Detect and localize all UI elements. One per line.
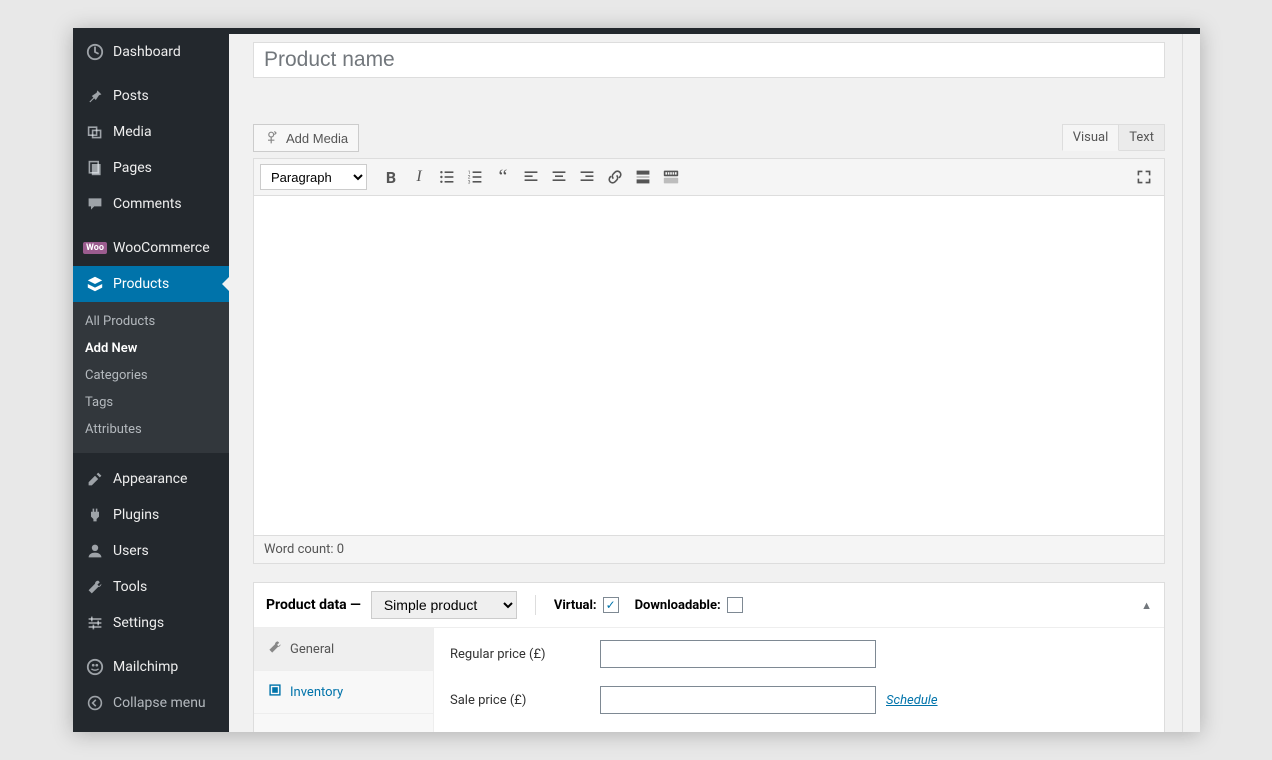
regular-price-label: Regular price (£) (450, 647, 600, 662)
right-sidebar-clip (1182, 34, 1200, 732)
product-data-panel: Product data — Simple product Virtual: ✓… (253, 582, 1165, 732)
editor-status: Word count: 0 (253, 536, 1165, 564)
main-content: Add Media Visual Text Paragraph B I 123 … (229, 34, 1200, 732)
sidebar-item-plugins[interactable]: Plugins (73, 497, 229, 533)
blockquote-button[interactable]: “ (489, 163, 517, 191)
svg-text:3: 3 (468, 179, 471, 185)
submenu-attributes[interactable]: Attributes (73, 416, 229, 443)
submenu-categories[interactable]: Categories (73, 362, 229, 389)
tab-text[interactable]: Text (1119, 124, 1165, 151)
virtual-label: Virtual: (554, 598, 597, 613)
align-right-button[interactable] (573, 163, 601, 191)
sidebar-item-label: Users (113, 543, 149, 559)
sidebar-item-label: Comments (113, 196, 182, 212)
sale-price-label: Sale price (£) (450, 693, 600, 708)
plugins-icon (85, 505, 105, 525)
numbered-list-button[interactable]: 123 (461, 163, 489, 191)
products-submenu: All Products Add New Categories Tags Att… (73, 302, 229, 453)
inventory-icon (268, 683, 282, 701)
sidebar-item-media[interactable]: Media (73, 114, 229, 150)
sidebar-item-label: Media (113, 124, 152, 140)
sidebar-item-label: Plugins (113, 507, 159, 523)
sidebar-item-appearance[interactable]: Appearance (73, 461, 229, 497)
sidebar-item-label: Pages (113, 160, 152, 176)
sidebar-item-products[interactable]: Products (73, 266, 229, 302)
product-tab-general[interactable]: General (254, 628, 433, 671)
collapse-label: Collapse menu (113, 695, 206, 711)
users-icon (85, 541, 105, 561)
media-icon (85, 122, 105, 142)
add-media-label: Add Media (286, 131, 348, 146)
woo-icon: Woo (85, 238, 105, 258)
sale-price-input[interactable] (600, 686, 876, 714)
align-left-button[interactable] (517, 163, 545, 191)
comments-icon (85, 194, 105, 214)
admin-sidebar: Dashboard Posts Media Pages Comments Woo… (73, 34, 229, 732)
sidebar-item-mailchimp[interactable]: Mailchimp (73, 649, 229, 685)
italic-button[interactable]: I (405, 163, 433, 191)
sidebar-item-settings[interactable]: Settings (73, 605, 229, 641)
sidebar-item-dashboard[interactable]: Dashboard (73, 34, 229, 70)
sidebar-item-label: Appearance (113, 471, 187, 487)
editor-toolbar: Paragraph B I 123 “ (253, 158, 1165, 196)
submenu-tags[interactable]: Tags (73, 389, 229, 416)
virtual-checkbox[interactable]: ✓ (603, 597, 619, 613)
editor-content[interactable] (253, 196, 1165, 536)
product-type-select[interactable]: Simple product (371, 591, 517, 619)
product-title-input[interactable] (253, 42, 1165, 78)
sidebar-item-label: Mailchimp (113, 659, 178, 675)
sidebar-item-users[interactable]: Users (73, 533, 229, 569)
add-media-button[interactable]: Add Media (253, 124, 359, 152)
media-icon (264, 129, 280, 148)
product-data-heading: Product data — (266, 597, 361, 613)
sidebar-item-label: Dashboard (113, 44, 181, 60)
sidebar-item-pages[interactable]: Pages (73, 150, 229, 186)
sidebar-item-comments[interactable]: Comments (73, 186, 229, 222)
toolbar-toggle-button[interactable] (657, 163, 685, 191)
sidebar-item-label: WooCommerce (113, 240, 210, 256)
tools-icon (85, 577, 105, 597)
downloadable-label: Downloadable: (635, 598, 721, 613)
products-icon (85, 274, 105, 294)
product-tab-inventory[interactable]: Inventory (254, 671, 433, 714)
mailchimp-icon (85, 657, 105, 677)
pages-icon (85, 158, 105, 178)
tab-visual[interactable]: Visual (1062, 124, 1120, 151)
settings-icon (85, 613, 105, 633)
sidebar-item-label: Products (113, 276, 169, 292)
wrench-icon (268, 640, 282, 658)
bullet-list-button[interactable] (433, 163, 461, 191)
panel-toggle-icon[interactable]: ▲ (1141, 599, 1152, 612)
collapse-icon (85, 693, 105, 713)
sidebar-item-posts[interactable]: Posts (73, 78, 229, 114)
dashboard-icon (85, 42, 105, 62)
bold-button[interactable]: B (377, 163, 405, 191)
align-center-button[interactable] (545, 163, 573, 191)
link-button[interactable] (601, 163, 629, 191)
readmore-button[interactable] (629, 163, 657, 191)
format-select[interactable]: Paragraph (260, 164, 367, 190)
downloadable-checkbox[interactable] (727, 597, 743, 613)
sidebar-item-tools[interactable]: Tools (73, 569, 229, 605)
sidebar-item-label: Settings (113, 615, 164, 631)
regular-price-input[interactable] (600, 640, 876, 668)
schedule-link[interactable]: Schedule (886, 693, 938, 708)
appearance-icon (85, 469, 105, 489)
sidebar-item-label: Tools (113, 579, 147, 595)
submenu-add-new[interactable]: Add New (73, 335, 229, 362)
sidebar-item-woocommerce[interactable]: Woo WooCommerce (73, 230, 229, 266)
submenu-all-products[interactable]: All Products (73, 308, 229, 335)
sidebar-item-label: Posts (113, 88, 149, 104)
fullscreen-button[interactable] (1130, 163, 1158, 191)
collapse-menu[interactable]: Collapse menu (73, 685, 229, 721)
pin-icon (85, 86, 105, 106)
